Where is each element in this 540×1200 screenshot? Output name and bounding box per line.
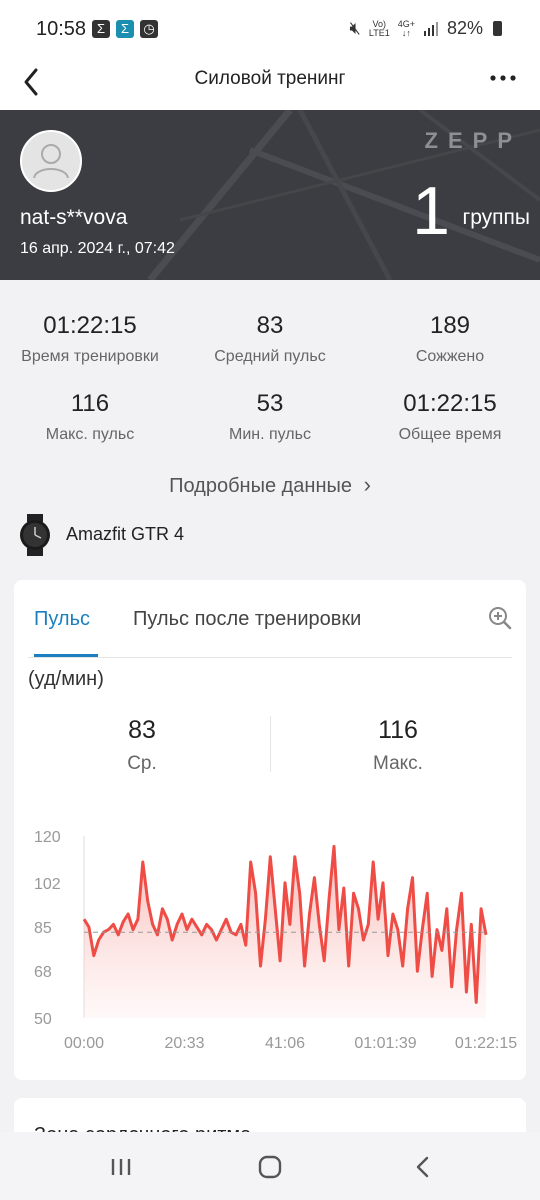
home-icon[interactable]	[255, 1152, 285, 1182]
device-row: Amazfit GTR 4	[18, 514, 318, 558]
page-title: Силовой тренинг	[194, 68, 346, 89]
stat-total-time: 01:22:15 Общее время	[398, 390, 502, 443]
back-nav-icon[interactable]	[408, 1152, 438, 1182]
max-summary: 116 Макс.	[373, 716, 423, 774]
sets-label: группы	[462, 206, 530, 229]
stat-min-hr: 53 Мин. пульс	[229, 390, 311, 443]
more-options-icon[interactable]	[488, 68, 518, 92]
stat-max-hr: 116 Макс. пульс	[45, 390, 135, 443]
mute-icon: 🔇︎	[349, 18, 361, 38]
x-tick-label: 20:33	[164, 1035, 204, 1052]
y-tick-label: 85	[34, 920, 52, 937]
avg-summary: 83 Ср.	[127, 716, 157, 774]
zepp-logo: ZEPP	[424, 128, 522, 153]
tab-divider	[28, 657, 512, 658]
sigma-app-icon-blue: Σ	[116, 20, 134, 38]
unit-label: (уд/мин)	[28, 668, 104, 690]
user-placeholder-icon	[33, 144, 69, 179]
battery-icon	[493, 21, 502, 36]
recent-apps-icon[interactable]	[106, 1152, 136, 1182]
chevron-right-icon: ›	[363, 472, 371, 497]
details-link-label: Подробные данные	[169, 475, 353, 497]
avatar[interactable]	[20, 130, 82, 192]
stat-calories: 189 Сожжено	[415, 312, 485, 365]
battery-text: 82%	[446, 18, 483, 38]
status-time: 10:58	[36, 18, 87, 40]
clock-app-icon: ◷	[140, 20, 158, 38]
workout-banner: nat-s**vova 16 апр. 2024 г., 07:42 ZEPP …	[0, 110, 540, 280]
stat-workout-time: 01:22:15 Время тренировки	[21, 312, 159, 365]
app-bar: Силовой тренинг	[0, 58, 540, 110]
zoom-in-icon[interactable]	[488, 606, 512, 630]
details-link[interactable]: Подробные данные ›	[0, 472, 540, 498]
tab-heart-rate[interactable]: Пульс	[34, 608, 90, 631]
watch-icon	[20, 514, 50, 556]
stat-avg-hr: 83 Средний пульс	[214, 312, 326, 365]
y-tick-label: 50	[34, 1011, 52, 1028]
workout-datetime: 16 апр. 2024 г., 07:42	[20, 240, 175, 257]
signal-icon	[423, 21, 438, 36]
network-4g-icon: 4G+ ↓↑	[397, 18, 415, 38]
system-nav-bar	[0, 1132, 540, 1200]
y-tick-label: 120	[34, 829, 61, 846]
volte-icon: Vo) LTE1	[368, 18, 390, 38]
x-tick-label: 01:22:15	[455, 1035, 517, 1052]
status-bar: 10:58 Σ Σ ◷ 🔇︎ Vo) LTE1 4G+ ↓↑ 82%	[0, 0, 540, 58]
heart-rate-chart: 120 102 85 68 50 00:00 20:33 41:06 01:01:39 01:2…	[34, 829, 517, 1052]
device-name: Amazfit GTR 4	[66, 524, 185, 544]
sets-value: 1	[412, 173, 450, 249]
username: nat-s**vova	[20, 206, 128, 229]
x-tick-label: 41:06	[265, 1035, 305, 1052]
x-tick-label: 01:01:39	[354, 1035, 416, 1052]
x-tick-label: 00:00	[64, 1035, 104, 1052]
y-tick-label: 102	[34, 876, 61, 893]
tab-post-workout-hr[interactable]: Пульс после тренировки	[133, 608, 361, 631]
status-right: 🔇︎ Vo) LTE1 4G+ ↓↑ 82%	[350, 18, 502, 39]
sigma-app-icon: Σ	[92, 20, 110, 38]
y-tick-label: 68	[34, 964, 52, 981]
